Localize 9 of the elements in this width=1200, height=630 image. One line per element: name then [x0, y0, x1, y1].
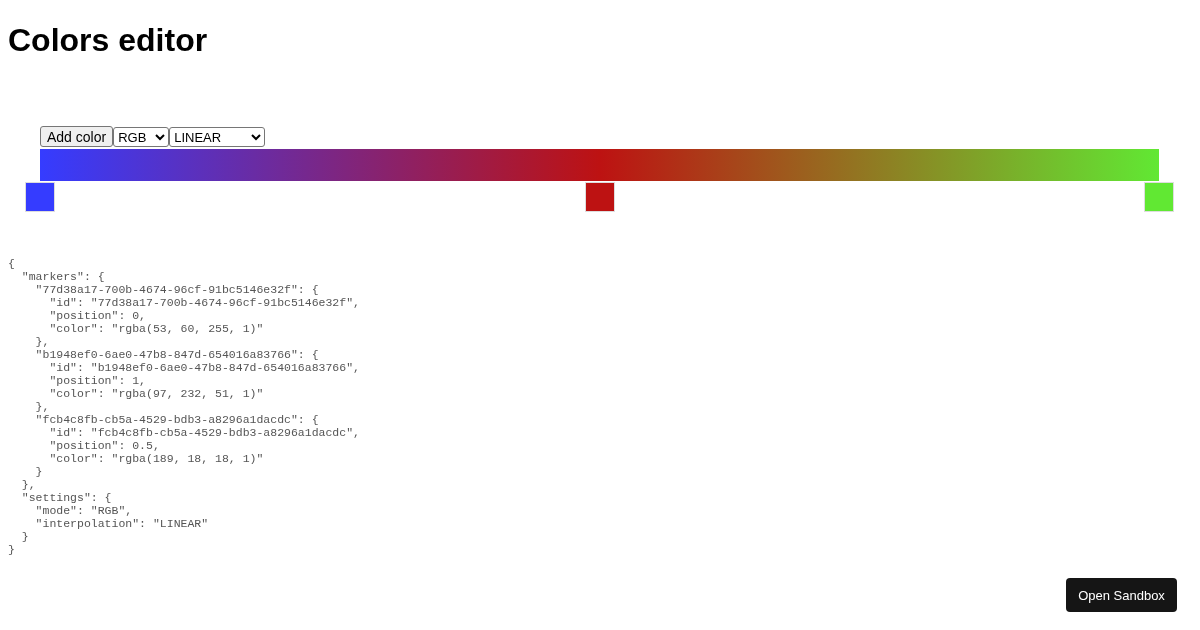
- color-marker[interactable]: [584, 182, 615, 212]
- color-marker[interactable]: [1144, 182, 1174, 212]
- page-title: Colors editor: [8, 22, 209, 59]
- interpolation-select[interactable]: LINEAR: [169, 127, 266, 147]
- add-color-button[interactable]: Add color: [40, 126, 114, 147]
- color-marker[interactable]: [25, 182, 55, 212]
- json-output: { "markers": { "77d38a17-700b-4674-96cf-91bc5146e32f": { "id": "77d38a17-700b-4674-96cf-91bc5146e32f", "position": 0, "color": "rgba(53, 60, 255, 1)" }, "b1948ef0-6ae0-47b8-847d-654016a83766": { "id": "b1948ef0-6ae0-47b8-847d-654016a83766", "position": 1, "color": "rgba(97, 232, 51, 1)" }, "fcb4c8fb-cb5a-4529-bdb3-a8296a1dacdc": { "id": "fcb4c8fb-cb5a-4529-bdb3-a8296a1dacdc", "position": 0.5, "color": "rgba(189, 18, 18, 1)" } }, "settings": { "mode": "RGB", "interpolation": "LINEAR" } }: [8, 257, 361, 556]
- mode-select[interactable]: RGB: [113, 127, 170, 147]
- open-sandbox-button[interactable]: Open Sandbox: [1066, 578, 1177, 612]
